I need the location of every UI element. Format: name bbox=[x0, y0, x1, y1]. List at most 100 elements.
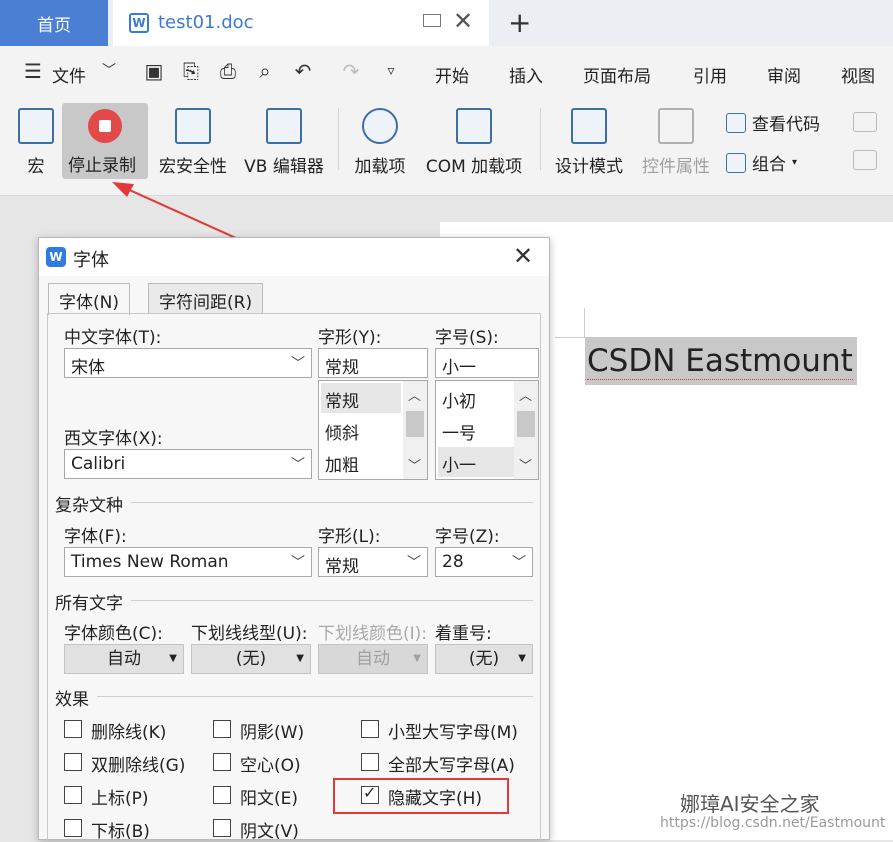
undo-icon[interactable]: ↶ bbox=[292, 60, 314, 82]
menu-insert[interactable]: 插入 bbox=[509, 62, 543, 87]
chevron-up-icon[interactable]: ︿ bbox=[408, 385, 421, 404]
com-gear-icon bbox=[456, 108, 492, 144]
com-addins-button[interactable]: COM 加载项 bbox=[422, 100, 526, 180]
caret-down-icon: ▼ bbox=[518, 653, 526, 664]
highlight-box bbox=[333, 778, 509, 814]
west-font-select[interactable]: Calibri ﹀ bbox=[64, 449, 312, 479]
underline-type-label: 下划线线型(U): bbox=[191, 624, 308, 644]
chevron-down-icon: ﹀ bbox=[512, 555, 526, 571]
vb-editor-button[interactable]: VB 编辑器 bbox=[242, 100, 326, 180]
design-mode-button[interactable]: 设计模式 bbox=[553, 100, 625, 180]
strikethrough-checkbox[interactable] bbox=[64, 720, 82, 738]
outline-label: 空心(O) bbox=[240, 756, 301, 776]
design-mode-label: 设计模式 bbox=[555, 157, 623, 177]
redo-icon[interactable]: ↷ bbox=[340, 60, 362, 82]
menu-file[interactable]: 文件 bbox=[52, 62, 86, 87]
small-caps-label: 小型大写字母(M) bbox=[388, 723, 518, 743]
document-text[interactable]: CSDN Eastmount bbox=[585, 337, 857, 385]
cn-font-select[interactable]: 宋体 ﹀ bbox=[64, 348, 312, 378]
code-icon bbox=[726, 112, 746, 133]
tab-home[interactable]: 首页 bbox=[0, 0, 108, 46]
list-item[interactable]: 一号 bbox=[438, 415, 514, 445]
scrollbar-thumb[interactable] bbox=[406, 411, 424, 437]
print-icon[interactable]: ⎙ bbox=[217, 60, 239, 82]
close-tab-icon[interactable]: ✕ bbox=[453, 7, 473, 35]
scrollbar[interactable]: ︿ ﹀ bbox=[514, 381, 538, 479]
list-item[interactable]: 小初 bbox=[438, 383, 514, 413]
combo-box-icon[interactable] bbox=[853, 150, 877, 170]
stop-recording-button[interactable]: 停止录制 bbox=[62, 103, 148, 179]
tab-font[interactable]: 字体(N) bbox=[48, 283, 130, 315]
new-tab-button[interactable]: + bbox=[508, 6, 531, 39]
emboss-label: 阳文(E) bbox=[240, 789, 299, 809]
outline-checkbox[interactable] bbox=[213, 753, 231, 771]
menu-page-layout[interactable]: 页面布局 bbox=[583, 62, 651, 87]
watermark: 娜璋AI安全之家 bbox=[680, 792, 820, 816]
format-painter-icon[interactable]: ⎘ bbox=[180, 60, 202, 82]
superscript-checkbox[interactable] bbox=[64, 786, 82, 804]
stop-recording-label: 停止录制 bbox=[68, 156, 136, 176]
subscript-label: 下标(B) bbox=[91, 822, 150, 842]
close-icon[interactable]: ✕ bbox=[513, 242, 533, 270]
chevron-down-icon[interactable]: ﹀ bbox=[408, 455, 421, 474]
complex-font-select[interactable]: Times New Roman ﹀ bbox=[64, 547, 312, 577]
save-icon[interactable]: ▣ bbox=[143, 60, 165, 82]
menu-review[interactable]: 审阅 bbox=[767, 62, 801, 87]
complex-style-label: 字形(L): bbox=[318, 527, 381, 547]
list-item[interactable]: 小一 bbox=[438, 447, 514, 477]
shadow-checkbox[interactable] bbox=[213, 720, 231, 738]
group-icon bbox=[726, 152, 746, 173]
engrave-label: 阴文(V) bbox=[240, 822, 299, 842]
macro-security-button[interactable]: 宏安全性 bbox=[156, 100, 230, 180]
design-mode-icon bbox=[571, 108, 607, 144]
underline-color-label: 下划线颜色(I): bbox=[318, 624, 428, 644]
tab-document[interactable]: W test01.doc ✕ bbox=[113, 0, 489, 46]
group-button[interactable]: 组合 ▾ bbox=[726, 150, 797, 175]
small-caps-checkbox[interactable] bbox=[361, 720, 379, 738]
quick-access-dropdown-icon[interactable]: ▿ bbox=[380, 60, 402, 82]
macro-icon bbox=[18, 108, 54, 144]
view-code-label: 查看代码 bbox=[752, 115, 820, 135]
section-divider bbox=[131, 502, 533, 503]
double-strike-checkbox[interactable] bbox=[64, 753, 82, 771]
addins-button[interactable]: 加载项 bbox=[352, 100, 408, 180]
menu-references[interactable]: 引用 bbox=[693, 62, 727, 87]
print-preview-icon[interactable]: ⌕ bbox=[254, 60, 276, 82]
subscript-checkbox[interactable] bbox=[64, 819, 82, 837]
text-box-icon[interactable] bbox=[853, 112, 877, 132]
monitor-icon[interactable] bbox=[423, 14, 441, 27]
list-item[interactable]: 倾斜 bbox=[321, 415, 401, 445]
control-properties-button[interactable]: 控件属性 bbox=[640, 100, 712, 180]
font-color-label: 字体颜色(C): bbox=[64, 624, 163, 644]
emboss-checkbox[interactable] bbox=[213, 786, 231, 804]
menu-view[interactable]: 视图 bbox=[841, 62, 875, 87]
complex-size-select[interactable]: 28 ﹀ bbox=[435, 547, 533, 577]
macro-button[interactable]: 宏 bbox=[16, 100, 56, 180]
underline-type-value: (无) bbox=[235, 649, 267, 669]
menu-start[interactable]: 开始 bbox=[435, 62, 469, 87]
chevron-up-icon[interactable]: ︿ bbox=[519, 385, 532, 404]
complex-style-select[interactable]: 常规 ﹀ bbox=[318, 547, 428, 577]
style-input[interactable]: 常规 bbox=[318, 348, 428, 378]
view-code-button[interactable]: 查看代码 bbox=[726, 110, 820, 135]
caret-down-icon: ▼ bbox=[413, 653, 421, 664]
tab-character-spacing[interactable]: 字符间距(R) bbox=[148, 283, 264, 313]
all-caps-checkbox[interactable] bbox=[361, 753, 379, 771]
hamburger-menu-icon[interactable]: ☰ bbox=[22, 60, 44, 82]
style-listbox[interactable]: 常规 倾斜 加粗 ︿ ﹀ bbox=[318, 380, 428, 480]
chevron-down-icon[interactable]: ﹀ bbox=[519, 455, 532, 474]
list-item[interactable]: 加粗 bbox=[321, 447, 401, 477]
strikethrough-label: 删除线(K) bbox=[91, 723, 167, 743]
font-color-dropdown[interactable]: 自动 ▼ bbox=[64, 644, 184, 674]
scrollbar-thumb[interactable] bbox=[517, 411, 535, 437]
underline-color-dropdown[interactable]: 自动 ▼ bbox=[318, 644, 428, 674]
engrave-checkbox[interactable] bbox=[213, 819, 231, 837]
scrollbar[interactable]: ︿ ﹀ bbox=[403, 381, 427, 479]
size-listbox[interactable]: 小初 一号 小一 ︿ ﹀ bbox=[435, 380, 539, 480]
chevron-down-icon[interactable]: ﹀ bbox=[98, 60, 120, 82]
emphasis-dropdown[interactable]: (无) ▼ bbox=[435, 644, 533, 674]
size-input[interactable]: 小一 bbox=[435, 348, 539, 378]
underline-type-dropdown[interactable]: (无) ▼ bbox=[191, 644, 311, 674]
cn-font-value: 宋体 bbox=[71, 358, 105, 378]
list-item[interactable]: 常规 bbox=[321, 383, 401, 413]
